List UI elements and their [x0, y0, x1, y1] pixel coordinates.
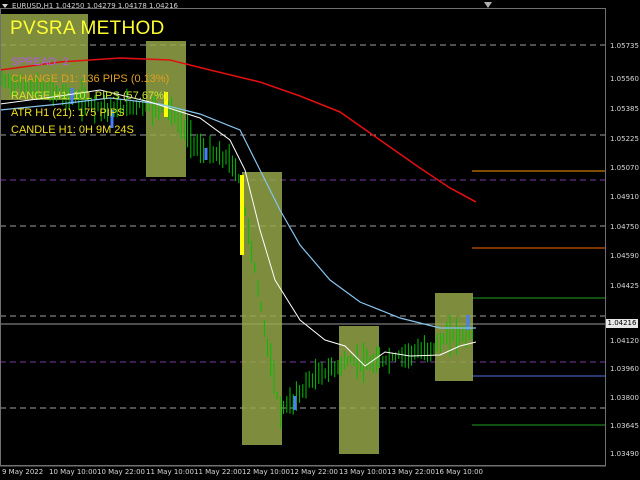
price-label: 1.04425: [610, 282, 639, 290]
candle: [204, 148, 208, 160]
time-label: 9 May 2022: [2, 468, 44, 476]
price-label: 1.05560: [610, 75, 639, 83]
time-label: 11 May 10:00: [146, 468, 195, 476]
price-label: 1.05070: [610, 164, 639, 172]
time-label: 10 May 22:00: [97, 468, 146, 476]
time-label: 12 May 22:00: [290, 468, 339, 476]
volume-zone-box: [339, 326, 379, 454]
price-label: 1.03645: [610, 422, 639, 430]
time-label: 13 May 10:00: [339, 468, 388, 476]
change-d1-line: CHANGE D1: 136 PIPS (0.13%): [11, 73, 170, 85]
range-h1-line: RANGE H1: 101 PIPS (57.67%): [11, 90, 168, 102]
atr-h1-line: ATR H1 (21): 175 PIPS: [11, 107, 125, 119]
chart-window[interactable]: EURUSD,H1 1.04250 1.04279 1.04178 1.0421…: [0, 0, 640, 480]
symbol-header: EURUSD,H1 1.04250 1.04279 1.04178 1.0421…: [2, 2, 178, 10]
dropdown-arrow-icon[interactable]: [2, 4, 8, 8]
price-label: 1.05385: [610, 105, 639, 113]
current-price-badge: 1.04216: [606, 319, 638, 328]
symbol-ohlc: EURUSD,H1 1.04250 1.04279 1.04178 1.0421…: [12, 2, 178, 10]
price-chart[interactable]: [0, 0, 640, 480]
volume-zone-box: [242, 172, 282, 445]
price-label: 1.03490: [610, 450, 639, 458]
price-label: 1.04910: [610, 193, 639, 201]
price-label: 1.05225: [610, 135, 639, 143]
price-label: 1.03960: [610, 365, 639, 373]
time-label: 13 May 22:00: [387, 468, 436, 476]
candle-h1-line: CANDLE H1: 0H 9M 24S: [11, 124, 134, 136]
time-label: 11 May 22:00: [194, 468, 243, 476]
candle: [293, 396, 297, 410]
price-label: 1.05735: [610, 42, 639, 50]
price-label: 1.04120: [610, 337, 639, 345]
price-label: 1.04590: [610, 252, 639, 260]
price-label: 1.04750: [610, 223, 639, 231]
time-label: 16 May 10:00: [435, 468, 484, 476]
time-label: 10 May 10:00: [49, 468, 98, 476]
chart-shift-arrow-icon[interactable]: [484, 2, 492, 8]
price-label: 1.03800: [610, 394, 639, 402]
climax-candle: [240, 175, 244, 255]
spread-line: SPREAD: 2: [11, 56, 69, 68]
indicator-title: PVSRA METHOD: [10, 18, 165, 39]
time-label: 12 May 10:00: [242, 468, 291, 476]
